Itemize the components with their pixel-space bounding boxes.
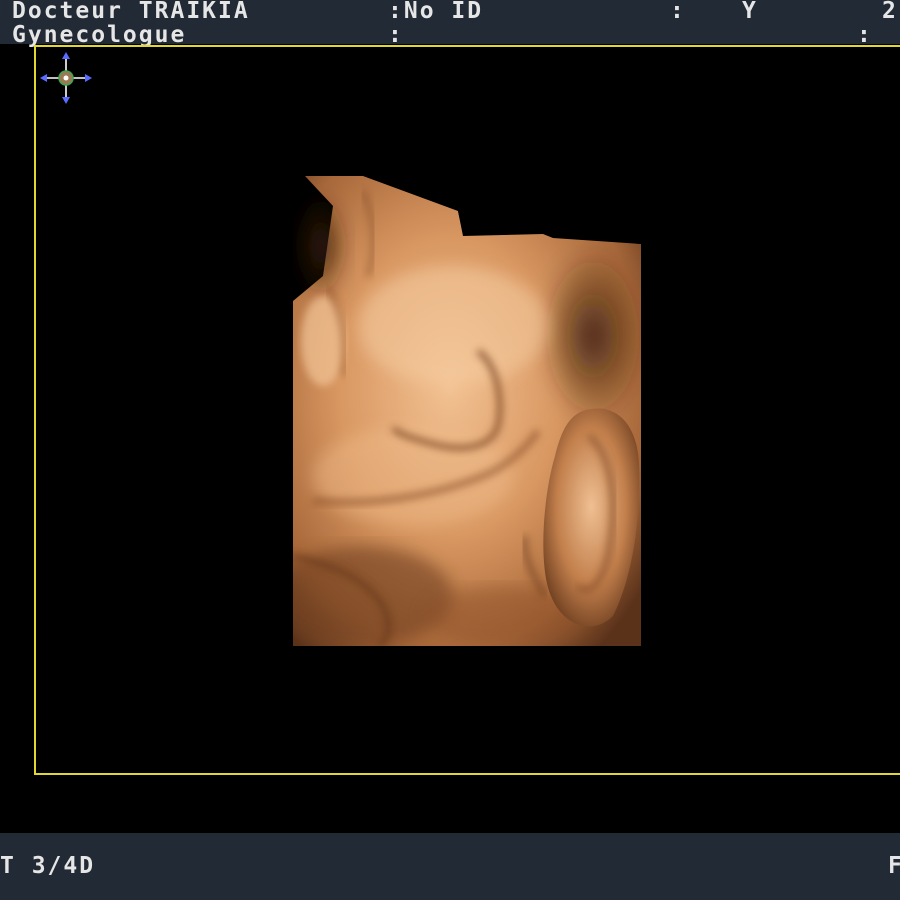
header-bar: Docteur TRAIKIA Gynecologue :No ID : : Y…: [0, 0, 900, 48]
crosshair-move-icon[interactable]: [38, 50, 94, 106]
separator-colon: :: [670, 0, 686, 24]
right-colon: :: [857, 22, 873, 48]
header-right-fragment: 2: [882, 0, 898, 24]
mode-label: T 3/4D: [0, 853, 96, 879]
doctor-name: Docteur TRAIKIA: [12, 0, 250, 24]
ultrasound-3d-render: [293, 176, 641, 646]
footer-bar: T 3/4D F: [0, 833, 900, 900]
footer-right-fragment: F: [888, 853, 900, 879]
patient-id: :No ID: [388, 0, 484, 24]
specialty: Gynecologue: [12, 22, 187, 48]
y-label: Y: [742, 0, 758, 24]
id-row2-colon: :: [388, 22, 404, 48]
